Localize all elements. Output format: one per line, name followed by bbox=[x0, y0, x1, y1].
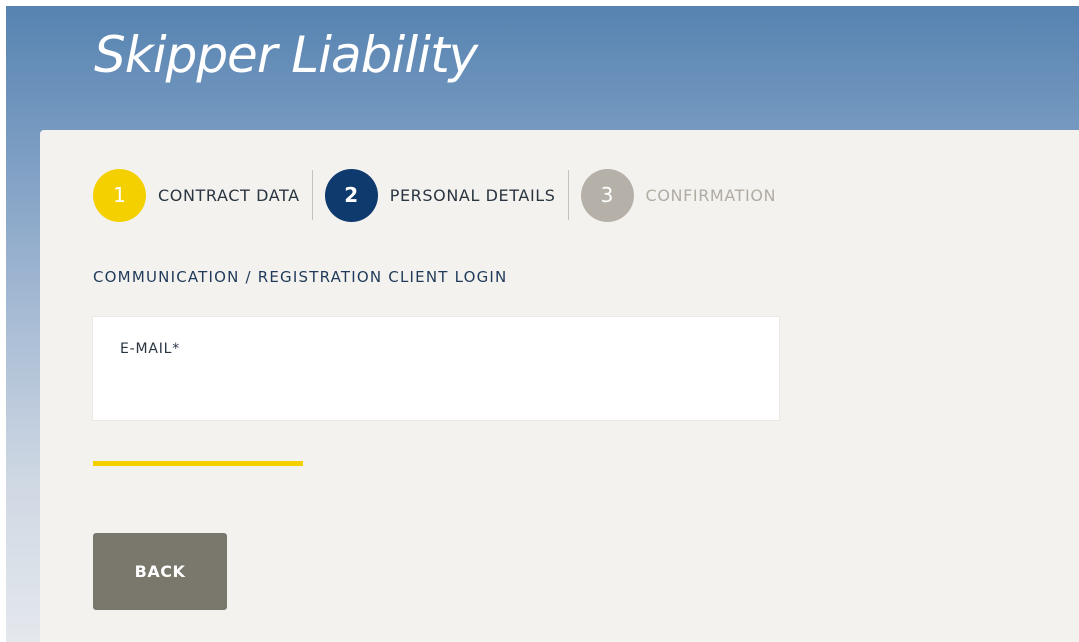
step-personal-details: 2 PERSONAL DETAILS bbox=[324, 166, 556, 224]
step-label: CONTRACT DATA bbox=[158, 185, 300, 205]
back-button[interactable]: BACK bbox=[93, 533, 227, 610]
step-label: PERSONAL DETAILS bbox=[389, 185, 556, 205]
step-label: CONFIRMATION bbox=[645, 185, 777, 205]
email-field[interactable]: E-MAIL* bbox=[92, 316, 780, 421]
step-number-badge: 1 bbox=[93, 168, 146, 222]
step-divider bbox=[311, 170, 313, 220]
step-contract-data[interactable]: 1 CONTRACT DATA bbox=[93, 166, 300, 224]
email-input[interactable] bbox=[120, 369, 750, 403]
page-background: Skipper Liability 1 CONTRACT DATA 2 PERS… bbox=[6, 6, 1079, 642]
step-confirmation: 3 CONFIRMATION bbox=[580, 166, 777, 224]
step-number-badge: 3 bbox=[580, 168, 634, 222]
email-label: E-MAIL* bbox=[120, 341, 181, 357]
form-card: 1 CONTRACT DATA 2 PERSONAL DETAILS 3 CON… bbox=[40, 130, 1079, 642]
progress-steps: 1 CONTRACT DATA 2 PERSONAL DETAILS 3 CON… bbox=[93, 166, 776, 224]
step-number-badge: 2 bbox=[324, 168, 378, 222]
step-divider bbox=[567, 170, 569, 220]
app-title: Skipper Liability bbox=[94, 26, 478, 84]
section-title: COMMUNICATION / REGISTRATION CLIENT LOGI… bbox=[93, 268, 508, 286]
accent-divider bbox=[93, 461, 303, 466]
